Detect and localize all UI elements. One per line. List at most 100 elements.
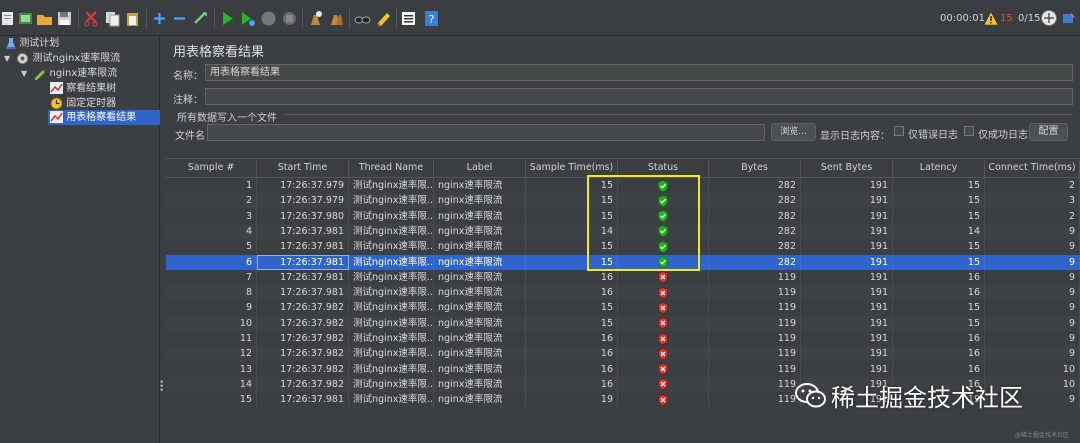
tree-item-view-results-table[interactable]: 用表格察看结果 xyxy=(48,110,160,125)
cell-label: nginx速率限流 xyxy=(434,223,526,239)
col-thread-name[interactable]: Thread Name xyxy=(349,159,434,177)
cell-bytes: 119 xyxy=(709,361,801,377)
cell-label: nginx速率限流 xyxy=(434,178,526,193)
cell-label: nginx速率限流 xyxy=(434,392,526,408)
toggle-icon[interactable] xyxy=(192,10,209,27)
name-field[interactable]: 用表格察看结果 xyxy=(205,64,1073,81)
page-title: 用表格察看结果 xyxy=(173,45,265,60)
paste-icon[interactable] xyxy=(124,10,141,27)
cell-sample-time: 15 xyxy=(526,193,618,209)
tree-item-test-plan[interactable]: 测试计划 xyxy=(6,36,59,51)
col-start-time[interactable]: Start Time xyxy=(257,159,349,177)
config-button[interactable]: 配置 xyxy=(1029,123,1068,141)
cell-connect-time: 9 xyxy=(985,285,1080,301)
col-status[interactable]: Status xyxy=(618,159,709,177)
help-icon[interactable]: ? xyxy=(423,10,440,27)
tree-item-thread-group[interactable]: ▼ 测试nginx速率限流 xyxy=(4,51,120,66)
save-icon[interactable] xyxy=(56,10,73,27)
thread-group-gear-icon xyxy=(17,52,29,64)
clear-icon[interactable] xyxy=(307,10,324,27)
template-icon[interactable] xyxy=(0,10,17,27)
splitter-grip[interactable]: • • • xyxy=(159,379,164,396)
cell-bytes: 282 xyxy=(709,239,801,255)
cell-latency: 14 xyxy=(893,223,985,239)
error-shield-icon xyxy=(658,271,668,284)
log-viewer-icon[interactable] xyxy=(1061,10,1077,26)
comment-label: 注释： xyxy=(173,95,203,106)
cell-sample-num: 13 xyxy=(166,361,257,377)
start-icon[interactable] xyxy=(219,10,236,27)
browse-button[interactable]: 浏览... xyxy=(771,123,816,141)
col-sent-bytes[interactable]: Sent Bytes xyxy=(801,159,893,177)
tree-item-label: 测试nginx速率限流 xyxy=(32,53,121,64)
cell-latency: 15 xyxy=(893,315,985,331)
table-row[interactable]: 4 17:26:37.981 测试nginx速率限... nginx速率限流 14 282… xyxy=(166,223,1080,239)
stop-icon[interactable] xyxy=(260,10,277,27)
filename-input[interactable] xyxy=(207,124,765,141)
cell-status xyxy=(618,269,709,285)
tree-expand-icon[interactable]: ▼ xyxy=(4,54,10,63)
table-row[interactable]: 7 17:26:37.981 测试nginx速率限... nginx速率限流 16 119… xyxy=(166,269,1080,285)
open-folder-icon[interactable] xyxy=(36,10,53,27)
table-row[interactable]: 6 17:26:37.981 测试nginx速率限... nginx速率限流 15 282… xyxy=(166,254,1080,270)
tree-item-view-results-tree[interactable]: 察看结果树 xyxy=(50,81,116,96)
col-bytes[interactable]: Bytes xyxy=(709,159,801,177)
cell-start-time: 17:26:37.982 xyxy=(257,300,349,316)
table-row[interactable]: 2 17:26:37.979 测试nginx速率限... nginx速率限流 15 282… xyxy=(166,193,1080,209)
cell-bytes: 282 xyxy=(709,223,801,239)
cell-thread-name: 测试nginx速率限... xyxy=(349,254,434,270)
table-row[interactable]: 11 17:26:37.982 测试nginx速率限... nginx速率限流 16 11… xyxy=(166,331,1080,346)
table-row[interactable]: 1 17:26:37.979 测试nginx速率限... nginx速率限流 15 282… xyxy=(166,178,1080,193)
col-label[interactable]: Label xyxy=(434,159,526,177)
cell-start-time: 17:26:37.982 xyxy=(257,361,349,377)
col-connect-time[interactable]: Connect Time(ms) xyxy=(985,159,1080,177)
tree-expand-icon[interactable]: ▼ xyxy=(21,69,27,78)
cell-connect-time: 9 xyxy=(985,331,1080,346)
comment-field[interactable] xyxy=(205,88,1073,105)
filename-label: 文件名 xyxy=(175,131,205,142)
errors-only-checkbox[interactable] xyxy=(894,126,904,136)
tree-item-http-sampler[interactable]: ▼ nginx速率限流 xyxy=(21,66,117,81)
cell-bytes: 282 xyxy=(709,178,801,193)
col-latency[interactable]: Latency xyxy=(893,159,985,177)
cell-start-time: 17:26:37.981 xyxy=(257,254,349,270)
expand-icon[interactable] xyxy=(151,10,168,27)
cell-bytes: 282 xyxy=(709,208,801,224)
cell-sample-num: 12 xyxy=(166,346,257,362)
start-no-pause-icon[interactable] xyxy=(239,10,256,27)
function-helper-icon[interactable] xyxy=(400,10,417,27)
cell-status xyxy=(618,392,709,408)
col-sample-num[interactable]: Sample # xyxy=(166,159,257,177)
remote-globe-icon[interactable] xyxy=(1040,9,1058,27)
col-sample-time[interactable]: Sample Time(ms) xyxy=(526,159,618,177)
cell-connect-time: 2 xyxy=(985,208,1080,224)
table-row[interactable]: 12 17:26:37.982 测试nginx速率限... nginx速率限流 16 11… xyxy=(166,346,1080,362)
success-only-checkbox[interactable] xyxy=(964,126,974,136)
collapse-icon[interactable] xyxy=(171,10,188,27)
copy-icon[interactable] xyxy=(104,10,121,27)
cut-icon[interactable] xyxy=(83,10,100,27)
toolbar-separator xyxy=(396,8,397,29)
active-threads: 0/15 xyxy=(1018,13,1041,24)
cell-status xyxy=(618,346,709,362)
cell-sample-num: 10 xyxy=(166,315,257,331)
tree-item-constant-timer[interactable]: 固定定时器 xyxy=(50,96,116,111)
warning-icon[interactable] xyxy=(983,11,999,26)
open-icon[interactable] xyxy=(17,10,34,27)
table-row[interactable]: 10 17:26:37.982 测试nginx速率限... nginx速率限流 15 11… xyxy=(166,315,1080,331)
toolbar-separator xyxy=(214,8,215,29)
table-row[interactable]: 3 17:26:37.980 测试nginx速率限... nginx速率限流 15 282… xyxy=(166,208,1080,224)
reset-search-icon[interactable] xyxy=(375,10,392,27)
cell-latency: 16 xyxy=(893,346,985,362)
shutdown-icon[interactable] xyxy=(281,10,298,27)
cell-connect-time: 9 xyxy=(985,300,1080,316)
clear-all-icon[interactable] xyxy=(328,10,345,27)
table-row[interactable]: 9 17:26:37.982 测试nginx速率限... nginx速率限流 15 119… xyxy=(166,300,1080,316)
table-row[interactable]: 8 17:26:37.981 测试nginx速率限... nginx速率限流 16 119… xyxy=(166,285,1080,301)
cell-sent-bytes: 191 xyxy=(801,315,893,331)
elapsed-timer: 00:00:01 xyxy=(940,13,985,24)
watermark: 稀土掘金技术社区 xyxy=(795,372,1075,420)
table-row[interactable]: 5 17:26:37.981 测试nginx速率限... nginx速率限流 15 282… xyxy=(166,239,1080,255)
cell-start-time: 17:26:37.982 xyxy=(257,331,349,346)
search-icon[interactable] xyxy=(354,10,371,27)
